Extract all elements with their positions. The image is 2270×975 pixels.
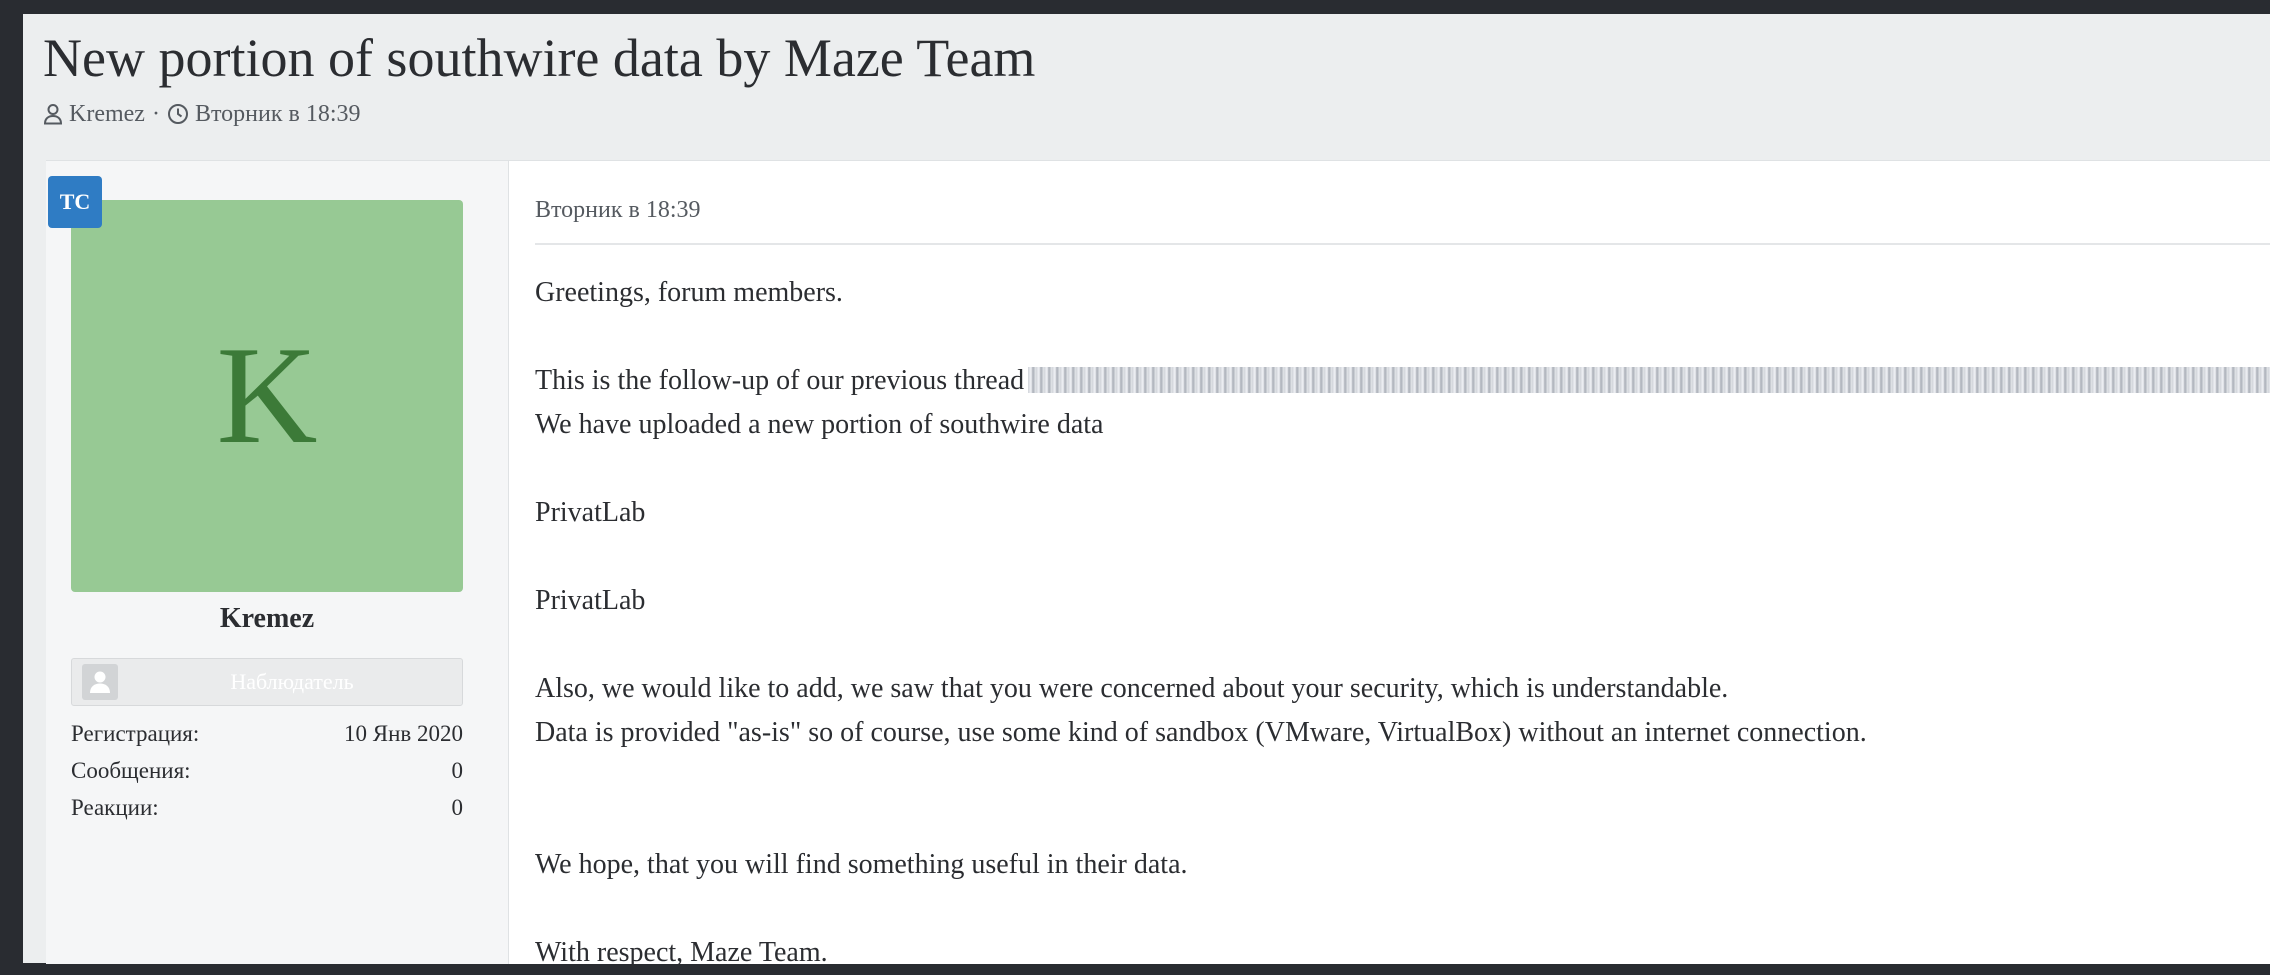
username-link[interactable]: Kremez (71, 603, 463, 635)
stat-label: Реакции: (71, 795, 159, 820)
topic-creator-badge: TC (48, 176, 102, 228)
stat-value: 0 (451, 758, 464, 783)
thread-date-link[interactable]: Вторник в 18:39 (195, 101, 361, 128)
stat-messages: Сообщения: 0 (71, 752, 463, 789)
thread-title: New portion of southwire data by Maze Te… (43, 28, 1036, 88)
post-user-block: K TC Kremez Наблюдатель Регистрация: 10 … (46, 161, 509, 964)
clock-icon (167, 103, 189, 125)
meta-separator: · (151, 100, 160, 127)
post-date-link[interactable]: Вторник в 18:39 (535, 197, 701, 224)
thread-author-link[interactable]: Kremez (69, 101, 145, 128)
user-icon (43, 103, 63, 125)
stat-reactions: Реакции: 0 (71, 789, 463, 826)
stat-value: 10 Янв 2020 (343, 721, 463, 746)
post-line-security: Also, we would like to add, we saw that … (535, 673, 1729, 704)
user-role-label: Наблюдатель (230, 669, 354, 694)
stat-label: Регистрация: (71, 721, 200, 746)
post-line-uploaded: We have uploaded a new portion of southw… (535, 409, 1104, 440)
userblock-arrow (488, 219, 508, 259)
post-message: K TC Kremez Наблюдатель Регистрация: 10 … (46, 160, 2270, 968)
post-line-followup: This is the follow-up of our previous th… (535, 359, 2270, 403)
privatlab-link-1[interactable]: PrivatLab (535, 491, 2270, 535)
post-header-divider (535, 243, 2270, 245)
post-line-sandbox: Data is provided "as-is" so of course, u… (535, 717, 1867, 748)
avatar-letter: K (216, 318, 318, 473)
privatlab-link-2[interactable]: PrivatLab (535, 579, 2270, 623)
post-body: Greetings, forum members. This is the fo… (535, 271, 2270, 975)
user-role-banner: Наблюдатель (71, 658, 463, 706)
thread-meta: Kremez · Вторник в 18:39 (43, 96, 360, 132)
stat-value: 0 (451, 795, 464, 820)
avatar[interactable]: K (71, 200, 463, 592)
user-silhouette-icon (82, 664, 118, 700)
user-stats: Регистрация: 10 Янв 2020 Сообщения: 0 Ре… (71, 715, 463, 826)
post-line-greeting: Greetings, forum members. (535, 277, 843, 308)
post-content: Вторник в 18:39 Greetings, forum members… (535, 161, 2270, 968)
thread-page: New portion of southwire data by Maze Te… (23, 14, 2270, 968)
previous-thread-link[interactable] (1028, 366, 2270, 393)
post-line-followup-text: This is the follow-up of our previous th… (535, 365, 1025, 396)
post-line-signature: With respect, Maze Team. (535, 937, 828, 968)
stat-registration: Регистрация: 10 Янв 2020 (71, 715, 463, 752)
stat-label: Сообщения: (71, 758, 191, 783)
post-line-hope: We hope, that you will find something us… (535, 849, 1188, 880)
